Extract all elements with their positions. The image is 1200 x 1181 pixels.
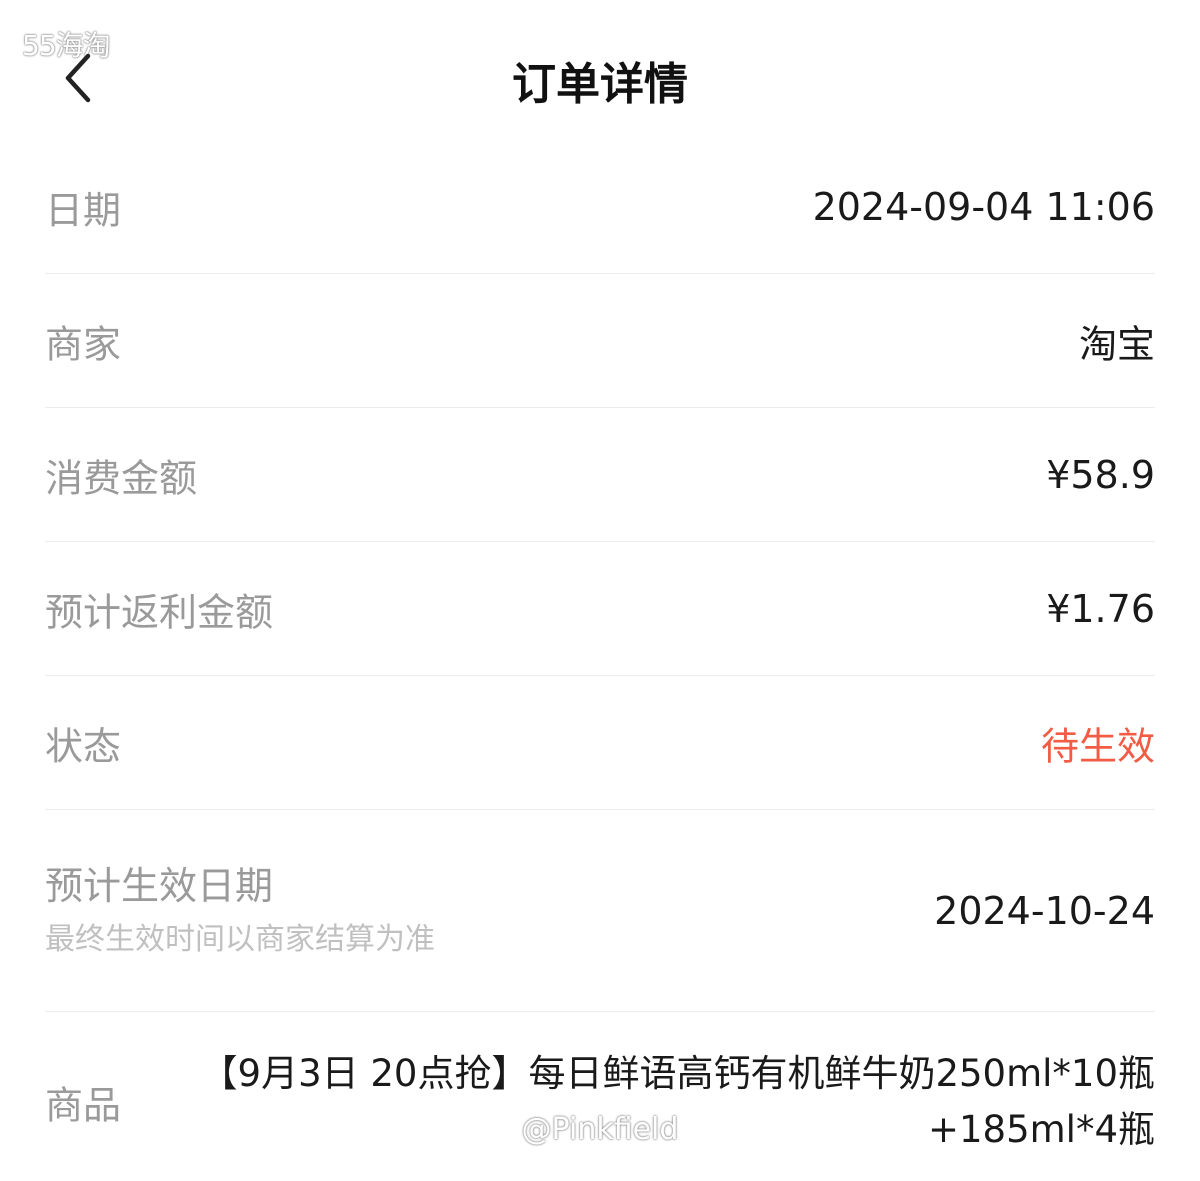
row-date: 日期 2024-09-04 11:06 [45, 140, 1155, 274]
row-effective-date: 预计生效日期 最终生效时间以商家结算为准 2024-10-24 [45, 810, 1155, 1012]
amount-label: 消费金额 [45, 456, 198, 500]
rebate-label: 预计返利金额 [45, 590, 274, 634]
product-label: 商品 [45, 1083, 122, 1128]
row-merchant: 商家 淘宝 [45, 274, 1155, 408]
effective-date-note: 最终生效时间以商家结算为准 [45, 921, 435, 957]
amount-value: ¥58.9 [1046, 452, 1155, 497]
order-info-list: 日期 2024-09-04 11:06 商家 淘宝 消费金额 ¥58.9 预计返… [45, 140, 1155, 1181]
rebate-value: ¥1.76 [1046, 586, 1155, 631]
effective-date-label: 预计生效日期 [45, 863, 274, 908]
row-rebate: 预计返利金额 ¥1.76 [45, 542, 1155, 676]
page-title: 订单详情 [512, 59, 688, 110]
row-product: 商品 【9月3日 20点抢】每日鲜语高钙有机鲜牛奶250ml*10瓶+185ml… [45, 1012, 1155, 1181]
header: 订单详情 [0, 0, 1200, 150]
merchant-value: 淘宝 [1078, 322, 1155, 366]
effective-date-value: 2024-10-24 [934, 888, 1155, 933]
product-name[interactable]: 【9月3日 20点抢】每日鲜语高钙有机鲜牛奶250ml*10瓶+185ml*4瓶 [195, 1046, 1155, 1158]
status-badge: 待生效 [1040, 724, 1155, 768]
merchant-label: 商家 [45, 322, 122, 366]
order-detail-page: 55海淘 订单详情 日期 2024-09-04 11:06 商家 淘宝 消费金额… [0, 0, 1200, 1181]
date-label: 日期 [45, 188, 122, 232]
row-status: 状态 待生效 [45, 676, 1155, 810]
effective-date-label-group: 预计生效日期 最终生效时间以商家结算为准 [45, 862, 435, 960]
status-label: 状态 [45, 724, 122, 768]
date-value: 2024-09-04 11:06 [812, 184, 1155, 229]
row-amount: 消费金额 ¥58.9 [45, 408, 1155, 542]
